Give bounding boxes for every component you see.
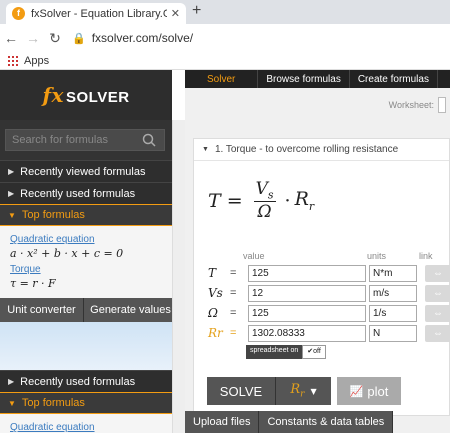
plot-icon: 📈 [349, 385, 364, 398]
caret-down-icon: ▼ [202, 146, 209, 153]
column-value: value [243, 251, 265, 261]
generate-values-button[interactable]: Generate values [84, 298, 178, 322]
solve-for-dropdown[interactable]: Rr ▼ [275, 377, 331, 405]
link-icon[interactable]: ⇔ [425, 284, 450, 302]
value-input[interactable]: 125 [248, 304, 366, 322]
fxsolver-logo[interactable]: fx SOLVER [42, 83, 129, 107]
column-units: units [367, 251, 387, 261]
caret-down-icon: ▼ [8, 398, 16, 408]
worksheet-row: Worksheet: [185, 88, 450, 122]
bottom-tools: Unit converter Generate values [0, 298, 178, 322]
panel-header[interactable]: ▼ 1. Torque - to overcome rolling resist… [194, 139, 449, 161]
result-value[interactable]: 1302.08333 [248, 324, 366, 342]
logo-area: fx SOLVER [0, 70, 172, 120]
nav-solver[interactable]: Solver [185, 70, 259, 88]
variable-name: Vs [208, 286, 223, 300]
nav-create-formulas[interactable]: Create formulas [350, 70, 438, 88]
formula-expression: τ = r · F [10, 277, 56, 290]
spreadsheet-off-label: ✔off [302, 345, 326, 359]
worksheet-label: Worksheet: [388, 100, 434, 110]
search-box [5, 129, 165, 151]
variable-name: T [208, 266, 217, 280]
formula-expression: a · x² + b · x + c = 0 [10, 247, 124, 260]
page: fxSOLVER ▶ Recently viewed formulas ▶ Re… [0, 70, 450, 433]
caret-right-icon: ▶ [8, 377, 15, 386]
menu-top-formulas[interactable]: ▼ Top formulas [0, 204, 172, 226]
bookmarks-bar: Apps [0, 52, 450, 70]
fx-logo-icon: f [12, 7, 25, 20]
forward-icon[interactable]: → [22, 30, 44, 46]
formula-display: T = Vs Ω · Rr [208, 179, 315, 223]
browser-tab[interactable]: f fxSolver - Equation Library.Graph ✕ [6, 3, 186, 24]
panel-title: 1. Torque - to overcome rolling resistan… [214, 144, 399, 155]
link-icon[interactable]: ⇔ [425, 264, 450, 282]
variable-row: Ω = 125 1/s ⇔ [208, 304, 450, 322]
browser-tab-bar: f fxSolver - Equation Library.Graph ✕ + [0, 0, 450, 24]
menu-recently-viewed[interactable]: ▶ Recently viewed formulas [0, 160, 172, 182]
solve-row: SOLVE Rr ▼ 📈 plot [207, 377, 401, 405]
unit-input[interactable]: 1/s [369, 304, 417, 322]
variable-row: T = 125 N*m ⇔ [208, 264, 450, 282]
url-field[interactable]: fxsolver.com/solve/ [92, 31, 193, 45]
upload-files-tab[interactable]: Upload files [185, 411, 260, 433]
caret-right-icon: ▶ [8, 167, 15, 176]
unit-input[interactable]: m/s [369, 284, 417, 302]
solve-button[interactable]: SOLVE [207, 377, 275, 405]
blurred-region [0, 322, 172, 370]
formula-link-torque[interactable]: Torque [10, 264, 162, 275]
variable-row: Vs = 12 m/s ⇔ [208, 284, 450, 302]
column-link: link [419, 251, 433, 261]
tab-title: fxSolver - Equation Library.Graph [31, 7, 167, 20]
value-input[interactable]: 12 [248, 284, 366, 302]
constants-tab[interactable]: Constants & data tables [259, 411, 394, 433]
spreadsheet-toggle[interactable]: spreadsheet on ✔off [246, 345, 326, 359]
link-icon[interactable]: ⇔ [425, 324, 450, 342]
lock-icon[interactable]: 🔒 [72, 32, 86, 45]
reload-icon[interactable]: ↻ [44, 30, 66, 47]
result-row: Rr = 1302.08333 N ⇔ [208, 324, 450, 342]
plot-button[interactable]: 📈 plot [337, 377, 401, 405]
search-input[interactable] [12, 134, 142, 146]
formula-list-2: Quadratic equation [0, 414, 172, 433]
spreadsheet-on-label: spreadsheet on [246, 345, 303, 359]
link-icon[interactable]: ⇔ [425, 304, 450, 322]
formula-link-quadratic[interactable]: Quadratic equation [10, 234, 162, 245]
menu-recently-used-2[interactable]: ▶ Recently used formulas [0, 370, 172, 392]
back-icon[interactable]: ← [0, 30, 22, 46]
apps-bookmark[interactable]: Apps [24, 55, 49, 67]
value-input[interactable]: 125 [248, 264, 366, 282]
unit-converter-button[interactable]: Unit converter [0, 298, 84, 322]
menu-recently-used[interactable]: ▶ Recently used formulas [0, 182, 172, 204]
variable-name: Ω [208, 306, 218, 320]
bottom-tabs: Upload files Constants & data tables [185, 411, 450, 433]
new-tab-button[interactable]: + [192, 2, 201, 20]
top-nav: Solver Browse formulas Create formulas [185, 70, 450, 88]
formula-link-quadratic-2[interactable]: Quadratic equation [10, 422, 162, 433]
address-bar: ← → ↻ 🔒 fxsolver.com/solve/ [0, 24, 450, 52]
caret-right-icon: ▶ [8, 189, 15, 198]
nav-browse-formulas[interactable]: Browse formulas [258, 70, 350, 88]
apps-grid-icon[interactable] [8, 55, 18, 66]
search-icon[interactable] [142, 133, 156, 147]
caret-down-icon: ▼ [310, 386, 317, 396]
result-variable-name: Rr [208, 326, 223, 340]
formula-panel: ▼ 1. Torque - to overcome rolling resist… [193, 138, 450, 416]
search-area [0, 120, 172, 160]
sidebar-bottom-menu: ▶ Recently used formulas ▼ Top formulas … [0, 370, 172, 433]
menu-top-formulas-2[interactable]: ▼ Top formulas [0, 392, 172, 414]
unit-input[interactable]: N [369, 324, 417, 342]
close-icon[interactable]: ✕ [171, 7, 180, 20]
caret-down-icon: ▼ [8, 210, 16, 220]
worksheet-select[interactable] [438, 97, 446, 113]
scrollbar[interactable] [172, 120, 185, 433]
unit-input[interactable]: N*m [369, 264, 417, 282]
